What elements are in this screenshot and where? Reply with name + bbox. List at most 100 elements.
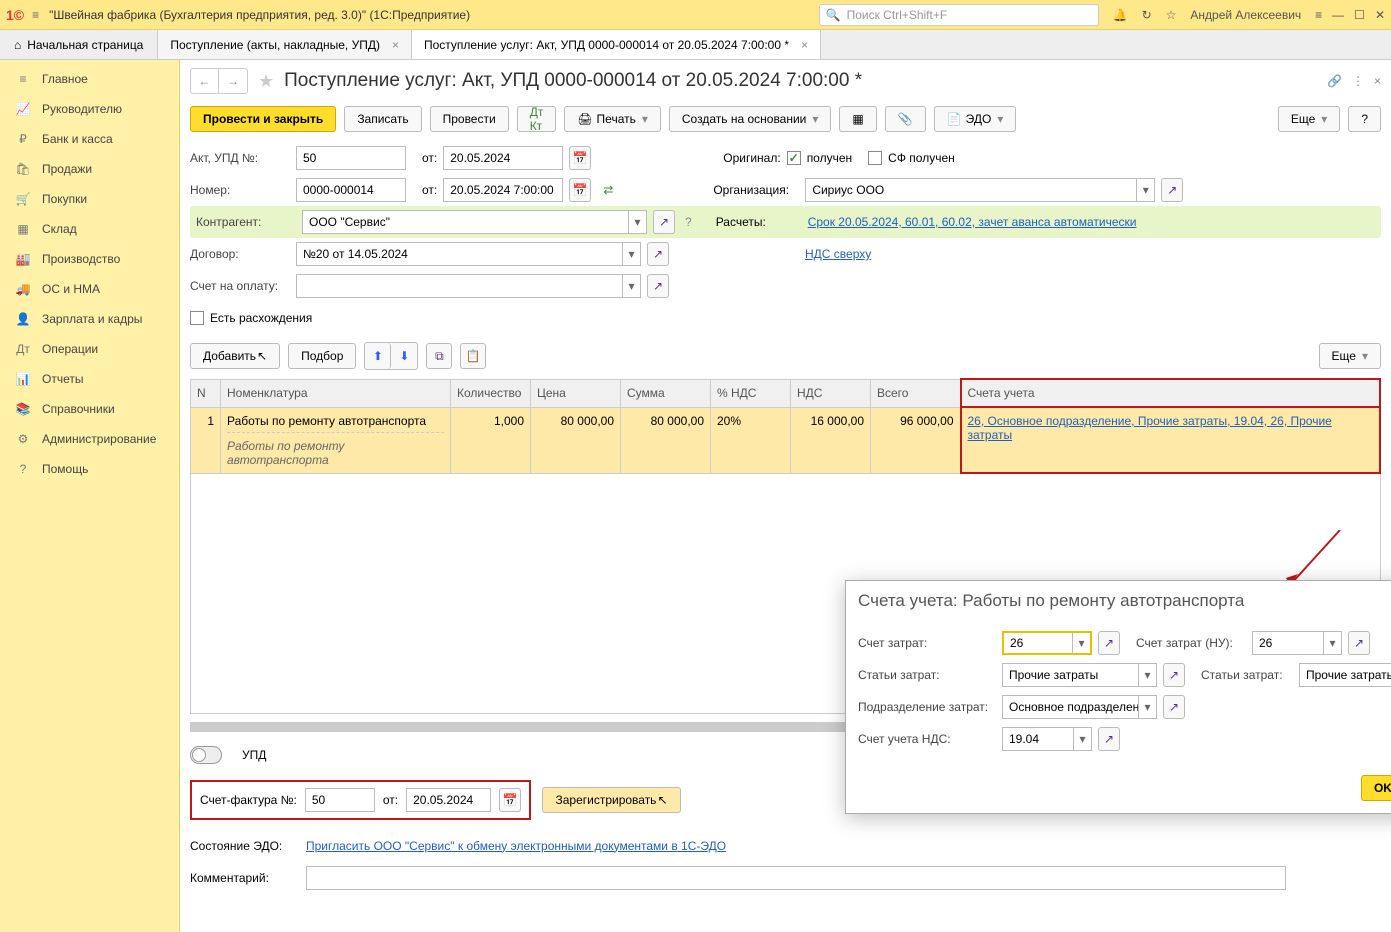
comment-input[interactable] — [306, 866, 1286, 890]
edo-button[interactable]: 📄ЭДО▾ — [934, 106, 1017, 132]
maximize-icon[interactable]: ☐ — [1354, 8, 1365, 22]
more-button[interactable]: Еще▾ — [1278, 106, 1340, 132]
print-button[interactable]: 🖨Печать▾ — [564, 106, 661, 132]
link-icon[interactable]: 🔗 — [1327, 74, 1342, 88]
cell-total[interactable]: 96 000,00 — [871, 407, 961, 473]
chevron-down-icon[interactable]: ▾ — [1138, 696, 1156, 718]
open-icon[interactable]: ↗ — [647, 274, 669, 298]
user-name[interactable]: Андрей Алексеевич — [1190, 8, 1301, 22]
post-and-close-button[interactable]: Провести и закрыть — [190, 106, 336, 132]
col-vat[interactable]: НДС — [791, 379, 871, 407]
home-tab[interactable]: ⌂ Начальная страница — [0, 30, 158, 59]
chevron-down-icon[interactable]: ▾ — [1136, 179, 1154, 201]
number-input[interactable]: 0000-000014 — [296, 178, 406, 202]
bell-icon[interactable]: 🔔 — [1113, 8, 1128, 22]
move-up-icon[interactable]: ⬆ — [365, 343, 391, 369]
cost-item-input[interactable]: Прочие затраты▾ — [1002, 663, 1157, 687]
open-icon[interactable]: ↗ — [1098, 727, 1120, 751]
nav-forward-button[interactable]: → — [219, 69, 247, 93]
open-icon[interactable]: ↗ — [1163, 695, 1185, 719]
nav-reports[interactable]: 📊Отчеты — [0, 364, 179, 394]
add-button[interactable]: Добавить↖ — [190, 343, 280, 369]
dept-input[interactable]: Основное подразделение▾ — [1002, 695, 1157, 719]
vat-acc-input[interactable]: 19.04▾ — [1002, 727, 1092, 751]
received-checkbox[interactable] — [787, 151, 801, 165]
history-icon[interactable]: ↻ — [1142, 8, 1152, 22]
settlement-link[interactable]: Срок 20.05.2024, 60.01, 60.02, зачет ава… — [808, 215, 1137, 229]
cell-accounts[interactable]: 26, Основное подразделение, Прочие затра… — [961, 407, 1381, 473]
open-icon[interactable]: ↗ — [653, 210, 675, 234]
contract-select[interactable]: №20 от 14.05.2024▾ — [296, 242, 641, 266]
col-qty[interactable]: Количество — [451, 379, 531, 407]
table-row[interactable]: 1 Работы по ремонту автотранспорта Работ… — [191, 407, 1381, 473]
calendar-icon[interactable]: 📅 — [569, 178, 591, 202]
col-accounts[interactable]: Счета учета — [961, 379, 1381, 407]
chevron-down-icon[interactable]: ▾ — [1073, 728, 1091, 750]
cell-nomen[interactable]: Работы по ремонту автотранспорта Работы … — [221, 407, 451, 473]
invoice-no-input[interactable]: 50 — [305, 788, 375, 812]
discrepancy-checkbox[interactable] — [190, 311, 204, 325]
chevron-down-icon[interactable]: ▾ — [1323, 632, 1341, 654]
nav-production[interactable]: 🏭Производство — [0, 244, 179, 274]
register-invoice-button[interactable]: Зарегистрировать↖ — [542, 787, 680, 813]
calendar-icon[interactable]: 📅 — [569, 146, 591, 170]
cost-item2-input[interactable]: Прочие затраты▾ — [1299, 663, 1391, 687]
cell-sum[interactable]: 80 000,00 — [621, 407, 711, 473]
favorite-star-icon[interactable]: ★ — [258, 71, 274, 92]
act-date-input[interactable]: 20.05.2024 — [443, 146, 563, 170]
nav-main[interactable]: ≡Главное — [0, 64, 179, 94]
tab-close-icon[interactable]: × — [801, 38, 808, 52]
open-icon[interactable]: ↗ — [1163, 663, 1185, 687]
col-vat-pct[interactable]: % НДС — [711, 379, 791, 407]
tab-receipts-list[interactable]: Поступление (акты, накладные, УПД) × — [158, 30, 412, 59]
open-icon[interactable]: ↗ — [647, 242, 669, 266]
cell-vat-pct[interactable]: 20% — [711, 407, 791, 473]
number-datetime-input[interactable]: 20.05.2024 7:00:00 — [443, 178, 563, 202]
close-icon[interactable]: ✕ — [1375, 8, 1385, 22]
chevron-down-icon[interactable]: ▾ — [1138, 664, 1156, 686]
chevron-down-icon[interactable]: ▾ — [628, 211, 646, 233]
nav-purchases[interactable]: 🛒Покупки — [0, 184, 179, 214]
col-n[interactable]: N — [191, 379, 221, 407]
minimize-icon[interactable]: — — [1332, 8, 1344, 22]
open-icon[interactable]: ↗ — [1098, 631, 1120, 655]
chevron-down-icon[interactable]: ▾ — [1072, 633, 1090, 653]
settings-icon[interactable]: ≡ — [1315, 8, 1322, 22]
cell-price[interactable]: 80 000,00 — [531, 407, 621, 473]
create-based-button[interactable]: Создать на основании▾ — [669, 106, 832, 132]
write-button[interactable]: Записать — [344, 106, 421, 132]
nav-assets[interactable]: 🚚ОС и НМА — [0, 274, 179, 304]
org-select[interactable]: Сириус ООО▾ — [805, 178, 1155, 202]
cell-qty[interactable]: 1,000 — [451, 407, 531, 473]
edo-invite-link[interactable]: Пригласить ООО "Сервис" к обмену электро… — [306, 839, 726, 853]
select-button[interactable]: Подбор — [288, 343, 356, 369]
col-nomen[interactable]: Номенклатура — [221, 379, 451, 407]
tab-close-icon[interactable]: × — [392, 38, 399, 52]
global-search[interactable]: 🔍 Поиск Ctrl+Shift+F — [819, 4, 1099, 26]
cost-acc-nu-input[interactable]: 26▾ — [1252, 631, 1342, 655]
nav-operations[interactable]: ДтОперации — [0, 334, 179, 364]
vat-mode-link[interactable]: НДС сверху — [805, 247, 871, 261]
paste-icon[interactable]: 📋 — [460, 343, 486, 369]
kebab-icon[interactable]: ⋮ — [1352, 74, 1364, 88]
table-more-button[interactable]: Еще▾ — [1319, 343, 1381, 369]
nav-manager[interactable]: 📈Руководителю — [0, 94, 179, 124]
cell-vat[interactable]: 16 000,00 — [791, 407, 871, 473]
act-no-input[interactable]: 50 — [296, 146, 406, 170]
tab-receipt-doc[interactable]: Поступление услуг: Акт, УПД 0000-000014 … — [412, 30, 821, 59]
nav-hr[interactable]: 👤Зарплата и кадры — [0, 304, 179, 334]
star-icon[interactable]: ☆ — [1166, 8, 1177, 22]
upd-toggle[interactable] — [190, 746, 222, 764]
contractor-select[interactable]: ООО "Сервис"▾ — [302, 210, 647, 234]
help-button[interactable]: ? — [1348, 106, 1381, 132]
scan-button[interactable]: ▦ — [839, 106, 876, 132]
ok-button[interactable]: OK — [1361, 775, 1391, 801]
chevron-down-icon[interactable]: ▾ — [622, 275, 640, 297]
nav-help[interactable]: ?Помощь — [0, 454, 179, 484]
invoice-date-input[interactable]: 20.05.2024 — [406, 788, 491, 812]
copy-icon[interactable]: ⧉ — [426, 343, 452, 369]
invoice-pay-select[interactable]: ▾ — [296, 274, 641, 298]
move-down-icon[interactable]: ⬇ — [391, 343, 417, 369]
col-sum[interactable]: Сумма — [621, 379, 711, 407]
col-total[interactable]: Всего — [871, 379, 961, 407]
